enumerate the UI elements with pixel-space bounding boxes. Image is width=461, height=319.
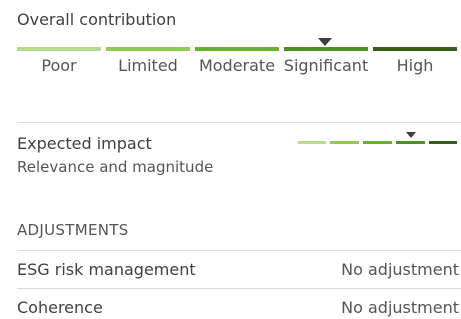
adjustments-divider [17, 250, 461, 251]
overall-contribution-scale [17, 47, 457, 51]
adjustments-heading: ADJUSTMENTS [17, 221, 129, 239]
scale-segment-limited [106, 47, 190, 51]
scale-label-significant: Significant [283, 56, 369, 75]
adjustment-row-value: No adjustment [341, 260, 459, 279]
scale-label-limited: Limited [118, 56, 178, 75]
adjustment-row-divider [17, 288, 461, 289]
expected-impact-marker-icon [406, 132, 416, 138]
mini-segment-significant [396, 141, 425, 144]
scale-segment-poor [17, 47, 101, 51]
scale-segment-high [373, 47, 457, 51]
expected-impact-title: Expected impact [17, 134, 152, 153]
scale-segment-significant [284, 47, 368, 51]
scale-label-poor: Poor [41, 56, 77, 75]
scale-label-moderate: Moderate [198, 56, 276, 75]
adjustment-row-label: ESG risk management [17, 260, 196, 279]
scale-label-high: High [396, 56, 434, 75]
contribution-panel: Overall contribution Poor Limited Modera… [0, 0, 461, 319]
expected-impact-scale [298, 141, 457, 144]
adjustment-row-value: No adjustment [341, 298, 459, 317]
mini-segment-high [429, 141, 457, 144]
overall-contribution-title: Overall contribution [17, 10, 177, 29]
overall-contribution-marker-icon [318, 38, 332, 46]
mini-segment-limited [330, 141, 359, 144]
section-divider [17, 122, 461, 123]
expected-impact-subtitle: Relevance and magnitude [17, 158, 214, 176]
scale-segment-moderate [195, 47, 279, 51]
mini-segment-moderate [363, 141, 392, 144]
mini-segment-poor [298, 141, 326, 144]
adjustment-row-label: Coherence [17, 298, 103, 317]
